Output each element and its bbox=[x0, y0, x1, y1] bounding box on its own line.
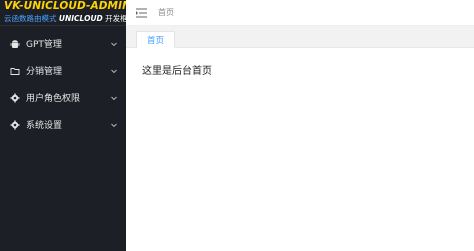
sidebar-item-user-roles[interactable]: 用户角色权限 bbox=[0, 84, 126, 111]
chevron-down-icon bbox=[110, 67, 118, 75]
chevron-down-icon bbox=[110, 121, 118, 129]
menu-toggle-icon[interactable] bbox=[136, 8, 148, 18]
logo[interactable]: VK-UNICLOUD-ADMIN 云函数路由模式 UNICLOUD 开发框架 bbox=[0, 0, 135, 26]
gear-icon bbox=[10, 120, 20, 130]
tags-bar: 首页 bbox=[126, 26, 474, 48]
sidebar-item-label: 分销管理 bbox=[26, 67, 63, 77]
sidebar-item-system-settings[interactable]: 系统设置 bbox=[0, 111, 126, 138]
sidebar-item-gpt[interactable]: GPT管理 bbox=[0, 30, 126, 57]
android-icon bbox=[10, 39, 20, 49]
chevron-down-icon bbox=[110, 40, 118, 48]
logo-title: VK-UNICLOUD-ADMIN bbox=[4, 0, 131, 12]
main-panel: 首页 首页 这里是后台首页 bbox=[126, 0, 474, 251]
gear-icon bbox=[10, 93, 20, 103]
folder-icon bbox=[10, 66, 20, 76]
sidebar-item-distribution[interactable]: 分销管理 bbox=[0, 57, 126, 84]
logo-subtitle-brand: UNICLOUD bbox=[58, 14, 103, 23]
logo-subtitle: 云函数路由模式 UNICLOUD 开发框架 bbox=[4, 13, 135, 25]
breadcrumb[interactable]: 首页 bbox=[158, 7, 174, 18]
page-content: 这里是后台首页 bbox=[126, 48, 474, 91]
sidebar-item-label: 用户角色权限 bbox=[26, 94, 81, 104]
chevron-down-icon bbox=[110, 94, 118, 102]
logo-subtitle-mode: 云函数路由模式 bbox=[4, 14, 57, 23]
sidebar-item-label: GPT管理 bbox=[26, 40, 62, 50]
content-text: 这里是后台首页 bbox=[142, 66, 212, 77]
top-bar: 首页 bbox=[126, 0, 474, 26]
sidebar-item-label: 系统设置 bbox=[26, 121, 63, 131]
sidebar: VK-UNICLOUD-ADMIN 云函数路由模式 UNICLOUD 开发框架 … bbox=[0, 0, 135, 251]
sidebar-menu: GPT管理 分销管理 用户角色权限 系统设置 bbox=[0, 30, 126, 138]
tab-home[interactable]: 首页 bbox=[136, 30, 176, 48]
